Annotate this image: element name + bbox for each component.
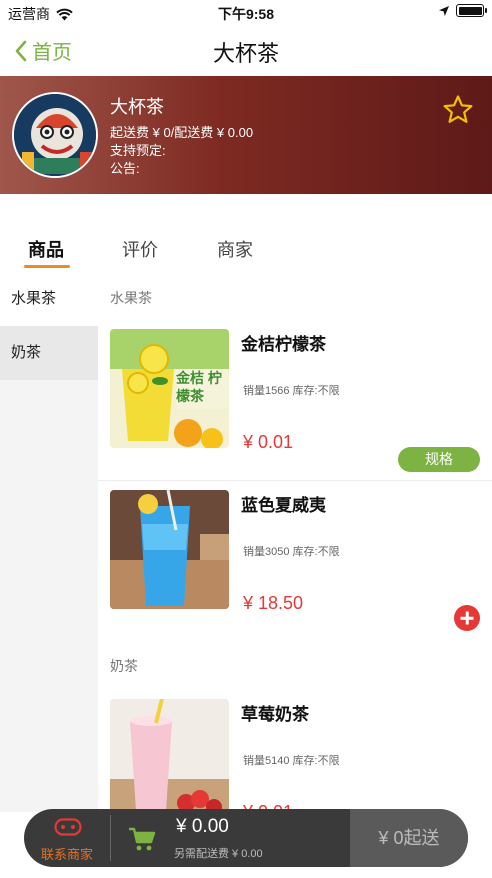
product-list[interactable]: 水果茶 金桔 柠檬茶 金桔柠檬茶 销量1566 库存:不限 ¥ 0.01 规格 bbox=[98, 272, 492, 812]
shop-avatar bbox=[12, 92, 98, 178]
status-time: 下午9:58 bbox=[217, 6, 275, 22]
tab-active-indicator bbox=[24, 265, 70, 268]
cart-total: ¥ 0.00 bbox=[176, 816, 229, 837]
section-title: 水果茶 bbox=[110, 290, 152, 306]
spec-button[interactable]: 规格 bbox=[398, 447, 480, 472]
product-meta: 销量3050 库存:不限 bbox=[243, 546, 340, 558]
category-milk-tea[interactable]: 奶茶 bbox=[0, 326, 98, 380]
shop-name: 大杯茶 bbox=[110, 97, 164, 117]
contact-merchant-label: 联系商家 bbox=[40, 847, 93, 862]
battery-icon bbox=[456, 4, 487, 17]
shopping-cart-icon[interactable] bbox=[128, 826, 156, 852]
product-item[interactable]: 草莓奶茶 销量5140 库存:不限 ¥ 0.01 bbox=[98, 688, 492, 812]
favorite-star-icon[interactable] bbox=[442, 94, 474, 126]
cart-delivery-fee: 另需配送费 ¥ 0.00 bbox=[174, 848, 263, 860]
product-image bbox=[110, 490, 229, 609]
product-price: ¥ 18.50 bbox=[243, 593, 304, 613]
status-right bbox=[438, 4, 487, 17]
location-arrow-icon bbox=[439, 5, 449, 16]
product-image bbox=[110, 699, 229, 812]
product-name: 蓝色夏威夷 bbox=[241, 496, 326, 515]
section-title: 奶茶 bbox=[110, 658, 138, 674]
product-item[interactable]: 蓝色夏威夷 销量3050 库存:不限 ¥ 18.50 bbox=[98, 481, 492, 639]
tab-bar: 商品 评价 商家 bbox=[0, 224, 492, 272]
shop-reservation: 支持预定: bbox=[110, 143, 166, 158]
nav-bar: 首页 大杯茶 bbox=[0, 24, 492, 76]
product-name: 草莓奶茶 bbox=[241, 705, 309, 724]
chat-bubble-icon bbox=[54, 818, 82, 836]
shop-notice: 公告: bbox=[110, 161, 140, 176]
cart-bar: 联系商家 ¥ 0.00 另需配送费 ¥ 0.00 ¥ 0起送 bbox=[24, 809, 468, 867]
product-image: 金桔 柠檬茶 bbox=[110, 329, 229, 448]
tab-merchant[interactable]: 商家 bbox=[217, 236, 253, 262]
shop-fees: 起送费 ¥ 0/配送费 ¥ 0.00 bbox=[110, 125, 254, 140]
product-name: 金桔柠檬茶 bbox=[241, 335, 326, 354]
category-fruit-tea[interactable]: 水果茶 bbox=[0, 272, 98, 326]
status-bar: 运营商 下午9:58 bbox=[0, 0, 492, 24]
product-item[interactable]: 金桔 柠檬茶 金桔柠檬茶 销量1566 库存:不限 ¥ 0.01 规格 bbox=[98, 318, 492, 476]
product-price: ¥ 0.01 bbox=[243, 432, 294, 452]
page-title: 大杯茶 bbox=[212, 41, 279, 66]
product-meta: 销量1566 库存:不限 bbox=[243, 385, 340, 397]
divider bbox=[110, 815, 111, 861]
tab-reviews[interactable]: 评价 bbox=[122, 236, 158, 262]
product-image-caption: 金桔 柠檬茶 bbox=[176, 370, 222, 404]
shop-banner: 大杯茶 起送费 ¥ 0/配送费 ¥ 0.00 支持预定: 公告: bbox=[0, 76, 492, 194]
tab-products[interactable]: 商品 bbox=[28, 236, 64, 262]
category-sidebar: 水果茶 奶茶 bbox=[0, 272, 98, 812]
checkout-button[interactable]: ¥ 0起送 bbox=[350, 809, 468, 867]
add-to-cart-button[interactable] bbox=[454, 605, 480, 631]
product-meta: 销量5140 库存:不限 bbox=[243, 755, 340, 767]
contact-merchant-button[interactable]: 联系商家 bbox=[24, 809, 110, 867]
